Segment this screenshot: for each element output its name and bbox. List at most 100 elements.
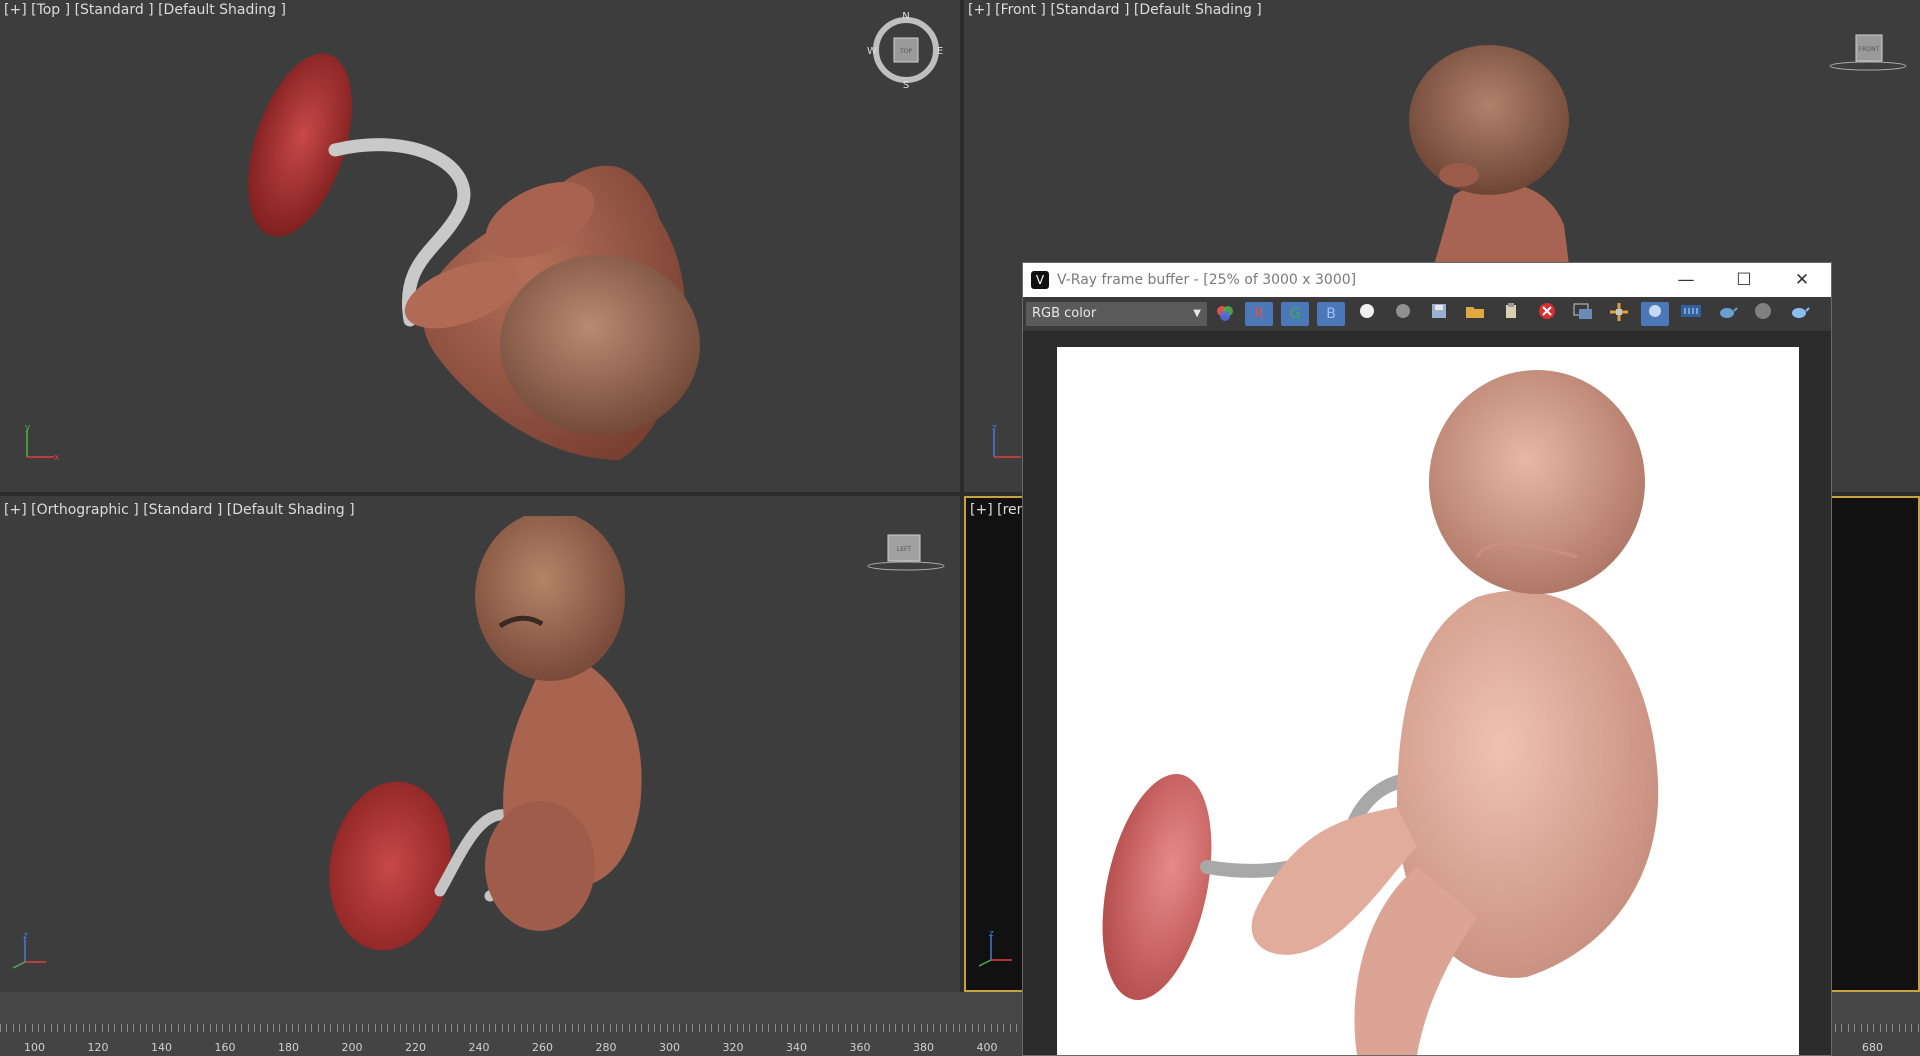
- vray-frame-buffer-window[interactable]: V V-Ray frame buffer - [25% of 3000 x 30…: [1022, 262, 1832, 1056]
- color-channels-icon[interactable]: [1211, 302, 1239, 326]
- ruler-tick: [552, 1024, 553, 1032]
- ruler-tick: [914, 1024, 915, 1032]
- viewcube-ortho[interactable]: LEFT: [866, 530, 946, 575]
- ruler-tick: [140, 1024, 141, 1032]
- viewport-top[interactable]: [+] [Top ] [Standard ] [Default Shading …: [0, 0, 960, 492]
- region-render-icon[interactable]: [1641, 302, 1669, 326]
- ruler-tick: [686, 1024, 687, 1032]
- ruler-tick: [483, 1024, 484, 1032]
- shading-label[interactable]: [Standard ]: [75, 2, 154, 18]
- ruler-label: 180: [278, 1041, 299, 1054]
- ruler-label: 280: [595, 1041, 617, 1054]
- shading-label[interactable]: [Standard ]: [1050, 2, 1129, 18]
- ruler-tick: [826, 1024, 827, 1032]
- viewport-top-label[interactable]: [+] [Top ] [Standard ] [Default Shading …: [4, 2, 286, 18]
- viewport-menu-button[interactable]: [+]: [4, 2, 27, 18]
- ruler-tick: [864, 1024, 865, 1032]
- ruler-tick: [832, 1024, 833, 1032]
- ruler-tick: [0, 1024, 1, 1032]
- viewport-menu-button[interactable]: [+]: [970, 502, 993, 518]
- ruler-label: 140: [151, 1041, 172, 1054]
- ruler-label: 260: [532, 1041, 553, 1054]
- clear-image-icon[interactable]: [1533, 302, 1561, 326]
- ruler-tick: [514, 1024, 515, 1032]
- ruler-tick: [1016, 1024, 1017, 1032]
- ruler-tick: [324, 1024, 325, 1032]
- maximize-button[interactable]: ☐: [1715, 263, 1773, 297]
- ruler-tick: [1848, 1024, 1849, 1032]
- ruler-tick: [533, 1024, 534, 1032]
- ruler-tick: [508, 1024, 509, 1032]
- viewport-menu-button[interactable]: [+]: [968, 2, 991, 18]
- viewport-front-label[interactable]: [+] [Front ] [Standard ] [Default Shadin…: [968, 2, 1262, 18]
- ruler-tick: [464, 1024, 465, 1032]
- vfb-title-bar[interactable]: V V-Ray frame buffer - [25% of 3000 x 30…: [1023, 263, 1831, 297]
- ruler-tick: [470, 1024, 471, 1032]
- ruler-tick: [76, 1024, 77, 1032]
- ruler-tick: [870, 1024, 871, 1032]
- view-type-label[interactable]: [Top ]: [31, 2, 70, 18]
- red-channel-button[interactable]: R: [1245, 302, 1273, 326]
- minimize-button[interactable]: —: [1657, 263, 1715, 297]
- ruler-label: 220: [405, 1041, 426, 1054]
- ruler-tick: [851, 1024, 852, 1032]
- ruler-tick: [1873, 1024, 1874, 1032]
- view-type-label[interactable]: [Front ]: [995, 2, 1046, 18]
- ruler-label: 320: [722, 1041, 744, 1054]
- ruler-tick: [629, 1024, 630, 1032]
- ruler-tick: [502, 1024, 503, 1032]
- viewport-ortho-label[interactable]: [+] [Orthographic ] [Standard ] [Default…: [4, 502, 355, 518]
- ruler-tick: [959, 1024, 960, 1032]
- ruler-tick: [610, 1024, 611, 1032]
- alpha-white-icon[interactable]: [1353, 302, 1381, 326]
- shading-mode-label[interactable]: [Default Shading ]: [1134, 2, 1262, 18]
- close-button[interactable]: ✕: [1773, 263, 1831, 297]
- ruler-tick: [279, 1024, 280, 1032]
- blue-channel-button[interactable]: B: [1317, 302, 1345, 326]
- ruler-tick: [159, 1024, 160, 1032]
- ruler-tick: [965, 1024, 966, 1032]
- viewport-divider-vertical[interactable]: [960, 0, 964, 992]
- ruler-tick: [648, 1024, 649, 1032]
- save-icon[interactable]: [1425, 302, 1453, 326]
- ruler-tick: [356, 1024, 357, 1032]
- viewport-menu-button[interactable]: [+]: [4, 502, 27, 518]
- ruler-tick: [572, 1024, 573, 1032]
- viewport-render-label[interactable]: [+] [ren: [970, 502, 1026, 518]
- viewport-orthographic[interactable]: [+] [Orthographic ] [Standard ] [Default…: [0, 496, 960, 992]
- fetus-model-ortho[interactable]: [320, 516, 720, 976]
- ruler-tick: [1835, 1024, 1836, 1032]
- ruler-tick: [222, 1024, 223, 1032]
- ruler-tick: [921, 1024, 922, 1032]
- vfb-render-image[interactable]: [1057, 347, 1799, 1055]
- ruler-tick: [489, 1024, 490, 1032]
- fetus-model-front[interactable]: [1394, 25, 1594, 265]
- render-last-icon[interactable]: [1785, 302, 1813, 326]
- ruler-label: 340: [786, 1041, 807, 1054]
- ruler-tick: [197, 1024, 198, 1032]
- track-mouse-icon[interactable]: [1605, 302, 1633, 326]
- duplicate-to-host-icon[interactable]: [1569, 302, 1597, 326]
- mono-sphere-icon[interactable]: [1389, 302, 1417, 326]
- ruler-label: 400: [976, 1041, 998, 1054]
- ruler-tick: [711, 1024, 712, 1032]
- render-teapot-icon[interactable]: [1713, 302, 1741, 326]
- folder-open-icon[interactable]: [1461, 302, 1489, 326]
- view-type-label[interactable]: [Orthographic ]: [31, 502, 139, 518]
- lens-effects-icon[interactable]: [1677, 302, 1705, 326]
- stop-render-icon[interactable]: [1749, 302, 1777, 326]
- shading-mode-label[interactable]: [Default Shading ]: [158, 2, 286, 18]
- svg-text:z: z: [989, 930, 994, 939]
- shading-label[interactable]: [Standard ]: [143, 502, 222, 518]
- viewcube-front[interactable]: FRONT: [1828, 30, 1908, 75]
- ruler-tick: [51, 1024, 52, 1032]
- fetus-model-top[interactable]: [240, 40, 760, 480]
- ruler-tick: [1905, 1024, 1906, 1032]
- ruler-tick: [121, 1024, 122, 1032]
- clipboard-icon[interactable]: [1497, 302, 1525, 326]
- ruler-tick: [997, 1024, 998, 1032]
- ruler-label: 380: [913, 1041, 934, 1054]
- green-channel-button[interactable]: G: [1281, 302, 1309, 326]
- compass-viewcube[interactable]: TOP N S E W: [866, 10, 946, 90]
- channel-select[interactable]: RGB color ▼: [1026, 302, 1207, 326]
